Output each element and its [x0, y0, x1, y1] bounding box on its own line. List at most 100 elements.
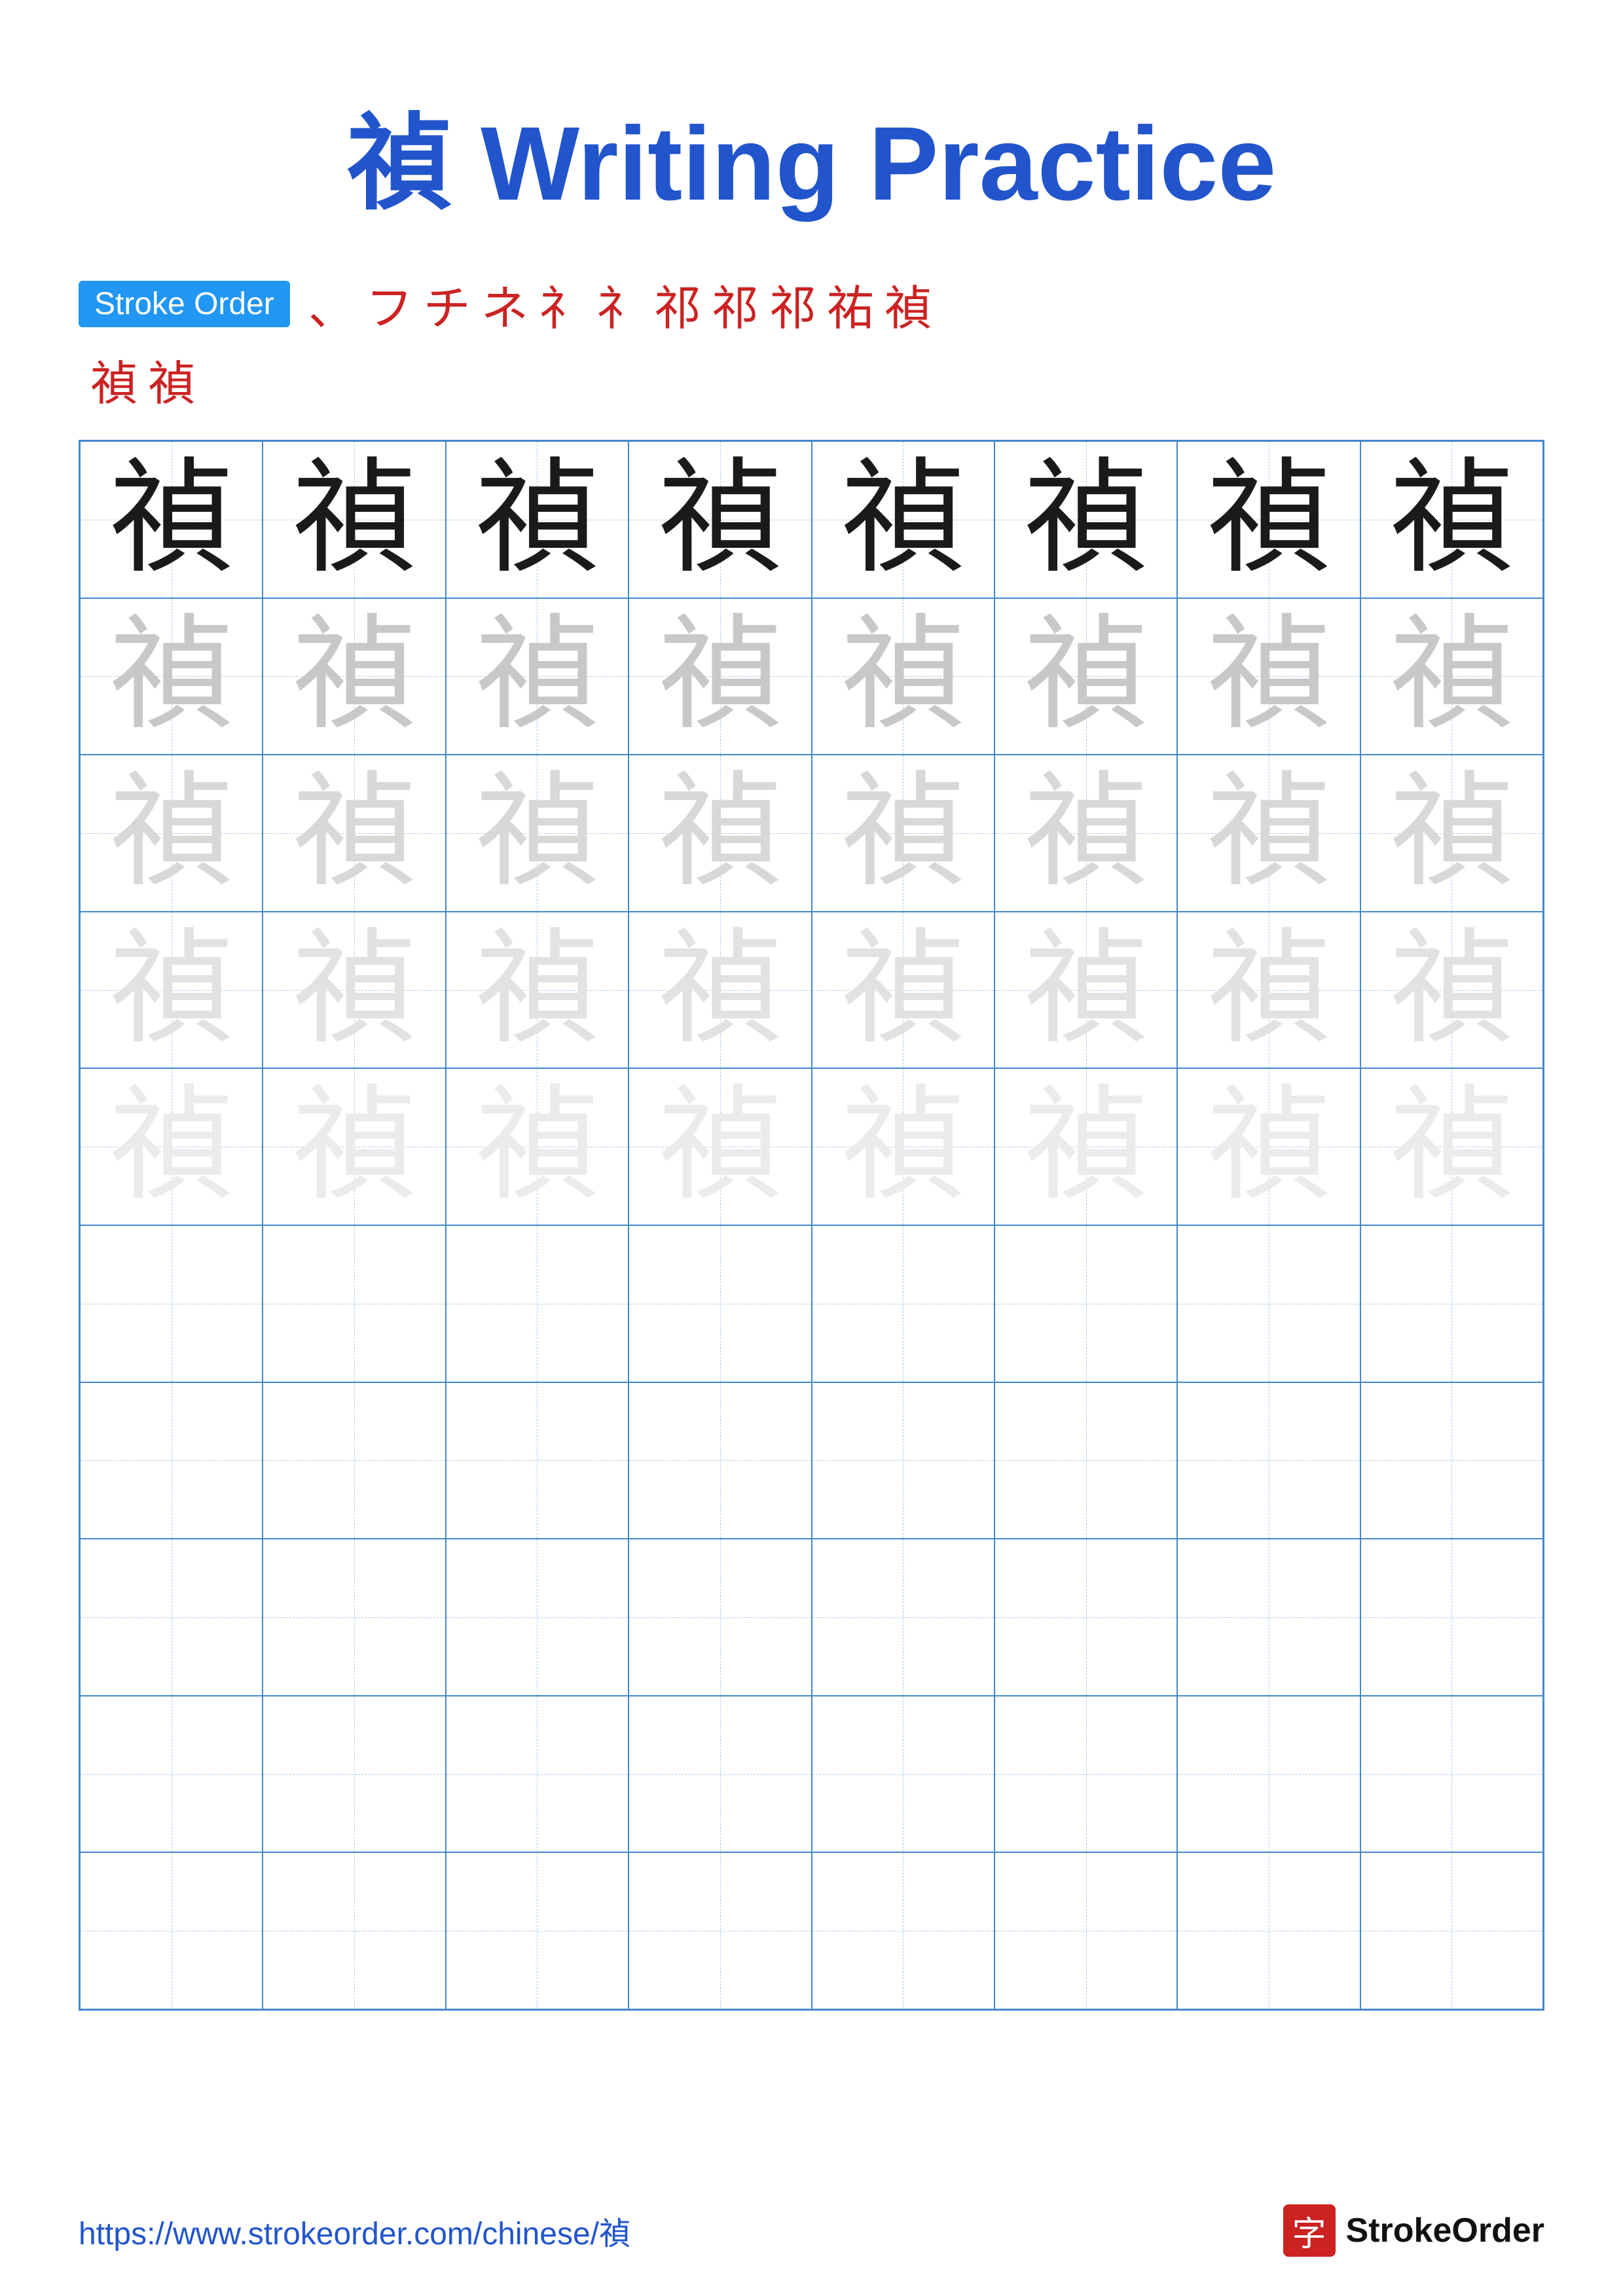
brand-name: StrokeOrder: [1346, 2211, 1544, 2250]
stroke-s6: 礻: [596, 270, 644, 338]
grid-cell[interactable]: [812, 1225, 994, 1382]
grid-cell[interactable]: [263, 1225, 445, 1382]
grid-cell: 禎: [263, 912, 445, 1069]
practice-char: 禎: [475, 614, 599, 738]
grid-cell: 禎: [1360, 912, 1543, 1069]
grid-cell[interactable]: [1177, 1539, 1360, 1696]
practice-char: 禎: [1207, 457, 1331, 582]
practice-char: 禎: [1389, 1085, 1514, 1209]
grid-cell[interactable]: [80, 1539, 263, 1696]
grid-cell[interactable]: [446, 1382, 629, 1539]
grid-cell[interactable]: [80, 1382, 263, 1539]
grid-cell: 禎: [1360, 755, 1543, 912]
grid-cell: 禎: [263, 441, 445, 598]
footer: https://www.strokeorder.com/chinese/禎 字 …: [79, 2204, 1544, 2257]
stroke-order-badge: Stroke Order: [79, 281, 290, 327]
stroke-s1: 、: [308, 270, 356, 338]
grid-cell: 禎: [80, 912, 263, 1069]
grid-cell[interactable]: [446, 1225, 629, 1382]
practice-char: 禎: [475, 771, 599, 895]
practice-char: 禎: [658, 1085, 782, 1209]
grid-cell[interactable]: [1360, 1539, 1543, 1696]
practice-char: 禎: [475, 457, 599, 582]
grid-cell[interactable]: [1360, 1225, 1543, 1382]
stroke-s4: ネ: [481, 270, 528, 338]
stroke-s8: 祁: [712, 270, 759, 338]
footer-brand: 字 StrokeOrder: [1283, 2204, 1544, 2257]
grid-cell[interactable]: [629, 1225, 811, 1382]
practice-char: 禎: [1207, 928, 1331, 1052]
grid-cell: 禎: [1177, 1068, 1360, 1225]
practice-char: 禎: [1024, 928, 1148, 1052]
grid-cell[interactable]: [629, 1382, 811, 1539]
grid-cell[interactable]: [629, 1852, 811, 2009]
grid-cell: 禎: [1360, 598, 1543, 755]
grid-cell[interactable]: [80, 1696, 263, 1853]
grid-cell[interactable]: [994, 1852, 1177, 2009]
grid-cell[interactable]: [629, 1539, 811, 1696]
grid-cell[interactable]: [994, 1225, 1177, 1382]
grid-cell[interactable]: [263, 1852, 445, 2009]
page-title: 禎 Writing Practice: [79, 79, 1544, 230]
practice-char: 禎: [1389, 614, 1514, 738]
practice-char: 禎: [109, 771, 234, 895]
grid-cell[interactable]: [629, 1696, 811, 1853]
grid-cell[interactable]: [1360, 1696, 1543, 1853]
grid-cell: 禎: [629, 598, 811, 755]
grid-cell: 禎: [994, 912, 1177, 1069]
grid-cell[interactable]: [263, 1539, 445, 1696]
practice-char: 禎: [658, 614, 782, 738]
grid-cell[interactable]: [994, 1696, 1177, 1853]
practice-char: 禎: [292, 1085, 416, 1209]
brand-icon: 字: [1283, 2204, 1336, 2257]
grid-cell[interactable]: [446, 1852, 629, 2009]
title-kanji: 禎: [347, 106, 452, 223]
grid-cell[interactable]: [812, 1852, 994, 2009]
practice-char: 禎: [109, 457, 234, 582]
grid-cell[interactable]: [263, 1382, 445, 1539]
grid-cell[interactable]: [446, 1696, 629, 1853]
grid-cell[interactable]: [1177, 1696, 1360, 1853]
grid-cell[interactable]: [812, 1539, 994, 1696]
grid-cell: 禎: [1177, 598, 1360, 755]
grid-cell: 禎: [994, 1068, 1177, 1225]
grid-cell[interactable]: [1360, 1852, 1543, 2009]
practice-char: 禎: [109, 614, 234, 738]
practice-char: 禎: [1207, 614, 1331, 738]
grid-cell[interactable]: [812, 1696, 994, 1853]
stroke-s13: 禎: [148, 345, 195, 414]
grid-cell[interactable]: [994, 1382, 1177, 1539]
stroke-s10: 祐: [827, 270, 874, 338]
grid-cell: 禎: [629, 755, 811, 912]
practice-grid: 禎禎禎禎禎禎禎禎禎禎禎禎禎禎禎禎禎禎禎禎禎禎禎禎禎禎禎禎禎禎禎禎禎禎禎禎禎禎禎禎: [79, 440, 1544, 2011]
stroke-s12: 禎: [90, 345, 137, 414]
grid-cell: 禎: [812, 912, 994, 1069]
grid-cell[interactable]: [812, 1382, 994, 1539]
grid-cell[interactable]: [263, 1696, 445, 1853]
practice-char: 禎: [1024, 614, 1148, 738]
grid-cell: 禎: [1360, 1068, 1543, 1225]
grid-cell: 禎: [629, 912, 811, 1069]
stroke-s5: 礻: [539, 270, 586, 338]
grid-cell: 禎: [812, 441, 994, 598]
grid-cell: 禎: [1177, 755, 1360, 912]
practice-char: 禎: [1389, 457, 1514, 582]
practice-char: 禎: [1207, 771, 1331, 895]
grid-cell[interactable]: [1360, 1382, 1543, 1539]
grid-cell: 禎: [80, 755, 263, 912]
grid-cell[interactable]: [994, 1539, 1177, 1696]
practice-char: 禎: [841, 928, 965, 1052]
grid-cell[interactable]: [1177, 1225, 1360, 1382]
stroke-s2: フ: [366, 270, 413, 338]
grid-cell: 禎: [446, 598, 629, 755]
grid-cell[interactable]: [1177, 1852, 1360, 2009]
practice-char: 禎: [841, 771, 965, 895]
practice-char: 禎: [292, 928, 416, 1052]
grid-cell[interactable]: [80, 1225, 263, 1382]
grid-cell[interactable]: [1177, 1382, 1360, 1539]
stroke-order-row2: 禎 禎: [85, 345, 1544, 414]
grid-cell: 禎: [629, 441, 811, 598]
practice-char: 禎: [841, 457, 965, 582]
grid-cell[interactable]: [80, 1852, 263, 2009]
grid-cell[interactable]: [446, 1539, 629, 1696]
